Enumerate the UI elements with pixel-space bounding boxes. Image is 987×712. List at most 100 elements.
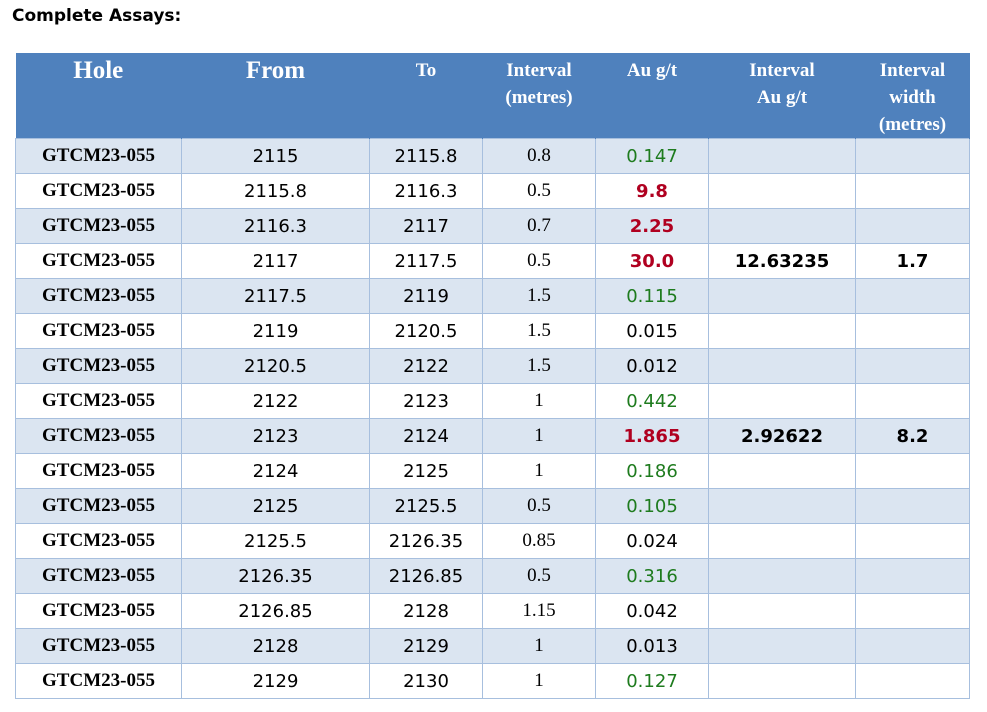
cell-from: 2128 bbox=[181, 628, 370, 664]
table-row: GTCM23-055 2124 2125 1 0.186 bbox=[15, 453, 970, 489]
cell-au: 0.042 bbox=[595, 593, 709, 629]
cell-interval-au bbox=[708, 593, 856, 629]
cell-from: 2125.5 bbox=[181, 523, 370, 559]
table-row: GTCM23-055 2126.35 2126.85 0.5 0.316 bbox=[15, 558, 970, 594]
cell-au: 0.013 bbox=[595, 628, 709, 664]
cell-interval-width bbox=[855, 523, 970, 559]
header-hole: Hole bbox=[15, 53, 182, 139]
cell-interval: 0.5 bbox=[482, 173, 596, 209]
cell-from: 2126.85 bbox=[181, 593, 370, 629]
cell-from: 2117.5 bbox=[181, 278, 370, 314]
cell-to: 2120.5 bbox=[369, 313, 483, 349]
cell-interval: 1 bbox=[482, 418, 596, 454]
header-au-label: Au g/t bbox=[626, 60, 678, 81]
header-width-line1: Interval bbox=[879, 60, 946, 81]
cell-hole: GTCM23-055 bbox=[15, 243, 182, 279]
cell-au: 0.015 bbox=[595, 313, 709, 349]
table-row: GTCM23-055 2120.5 2122 1.5 0.012 bbox=[15, 348, 970, 384]
cell-to: 2119 bbox=[369, 278, 483, 314]
cell-interval-width bbox=[855, 208, 970, 244]
cell-interval-au bbox=[708, 453, 856, 489]
cell-hole: GTCM23-055 bbox=[15, 173, 182, 209]
cell-interval-au bbox=[708, 383, 856, 419]
cell-au: 0.442 bbox=[595, 383, 709, 419]
page-title: Complete Assays: bbox=[12, 6, 182, 26]
table-row: GTCM23-055 2126.85 2128 1.15 0.042 bbox=[15, 593, 970, 629]
cell-from: 2115 bbox=[181, 138, 370, 174]
cell-hole: GTCM23-055 bbox=[15, 208, 182, 244]
cell-au: 0.115 bbox=[595, 278, 709, 314]
table-row: GTCM23-055 2122 2123 1 0.442 bbox=[15, 383, 970, 419]
cell-from: 2122 bbox=[181, 383, 370, 419]
cell-to: 2125 bbox=[369, 453, 483, 489]
table-row: GTCM23-055 2115 2115.8 0.8 0.147 bbox=[15, 138, 970, 174]
cell-interval: 1.5 bbox=[482, 313, 596, 349]
cell-hole: GTCM23-055 bbox=[15, 453, 182, 489]
cell-hole: GTCM23-055 bbox=[15, 523, 182, 559]
cell-hole: GTCM23-055 bbox=[15, 383, 182, 419]
header-interval-line2: (metres) bbox=[505, 87, 573, 108]
header-interval-au-line2: Au g/t bbox=[756, 87, 808, 108]
header-interval-width: Interval width (metres) bbox=[855, 53, 970, 139]
cell-to: 2117 bbox=[369, 208, 483, 244]
cell-interval: 0.85 bbox=[482, 523, 596, 559]
cell-interval-au bbox=[708, 173, 856, 209]
cell-interval: 1 bbox=[482, 453, 596, 489]
cell-interval: 1 bbox=[482, 663, 596, 699]
cell-interval-width bbox=[855, 173, 970, 209]
cell-interval-width bbox=[855, 383, 970, 419]
cell-hole: GTCM23-055 bbox=[15, 663, 182, 699]
cell-to: 2128 bbox=[369, 593, 483, 629]
cell-from: 2117 bbox=[181, 243, 370, 279]
table-row: GTCM23-055 2128 2129 1 0.013 bbox=[15, 628, 970, 664]
cell-to: 2122 bbox=[369, 348, 483, 384]
cell-au: 0.147 bbox=[595, 138, 709, 174]
cell-au: 0.127 bbox=[595, 663, 709, 699]
cell-hole: GTCM23-055 bbox=[15, 593, 182, 629]
cell-interval-width bbox=[855, 593, 970, 629]
cell-interval-au: 12.63235 bbox=[708, 243, 856, 279]
header-to-label: To bbox=[415, 60, 437, 81]
cell-interval-width bbox=[855, 663, 970, 699]
cell-interval: 1.5 bbox=[482, 348, 596, 384]
header-interval-au: Interval Au g/t bbox=[708, 53, 856, 139]
cell-to: 2126.85 bbox=[369, 558, 483, 594]
cell-au: 0.316 bbox=[595, 558, 709, 594]
cell-from: 2120.5 bbox=[181, 348, 370, 384]
cell-interval: 1 bbox=[482, 628, 596, 664]
cell-to: 2117.5 bbox=[369, 243, 483, 279]
cell-hole: GTCM23-055 bbox=[15, 278, 182, 314]
cell-to: 2116.3 bbox=[369, 173, 483, 209]
cell-to: 2124 bbox=[369, 418, 483, 454]
cell-interval: 0.8 bbox=[482, 138, 596, 174]
table-row: GTCM23-055 2125.5 2126.35 0.85 0.024 bbox=[15, 523, 970, 559]
cell-interval-au bbox=[708, 488, 856, 524]
cell-interval: 0.5 bbox=[482, 558, 596, 594]
header-interval: Interval (metres) bbox=[482, 53, 596, 139]
cell-from: 2124 bbox=[181, 453, 370, 489]
table-row: GTCM23-055 2116.3 2117 0.7 2.25 bbox=[15, 208, 970, 244]
cell-to: 2125.5 bbox=[369, 488, 483, 524]
cell-interval-au bbox=[708, 523, 856, 559]
cell-to: 2129 bbox=[369, 628, 483, 664]
cell-hole: GTCM23-055 bbox=[15, 418, 182, 454]
cell-interval-width: 1.7 bbox=[855, 243, 970, 279]
cell-interval-au bbox=[708, 278, 856, 314]
cell-au: 0.012 bbox=[595, 348, 709, 384]
cell-au: 2.25 bbox=[595, 208, 709, 244]
table-row: GTCM23-055 2129 2130 1 0.127 bbox=[15, 663, 970, 699]
table-row: GTCM23-055 2119 2120.5 1.5 0.015 bbox=[15, 313, 970, 349]
cell-interval-width bbox=[855, 453, 970, 489]
cell-interval-au bbox=[708, 558, 856, 594]
table-header-row: Hole From To Interval (metres) Au g/t In… bbox=[15, 53, 970, 139]
cell-interval: 0.5 bbox=[482, 488, 596, 524]
cell-from: 2126.35 bbox=[181, 558, 370, 594]
cell-interval-width bbox=[855, 558, 970, 594]
cell-to: 2130 bbox=[369, 663, 483, 699]
cell-to: 2126.35 bbox=[369, 523, 483, 559]
header-from: From bbox=[181, 53, 370, 139]
cell-au: 30.0 bbox=[595, 243, 709, 279]
cell-au: 1.865 bbox=[595, 418, 709, 454]
header-hole-label: Hole bbox=[73, 57, 124, 84]
cell-interval-au bbox=[708, 663, 856, 699]
